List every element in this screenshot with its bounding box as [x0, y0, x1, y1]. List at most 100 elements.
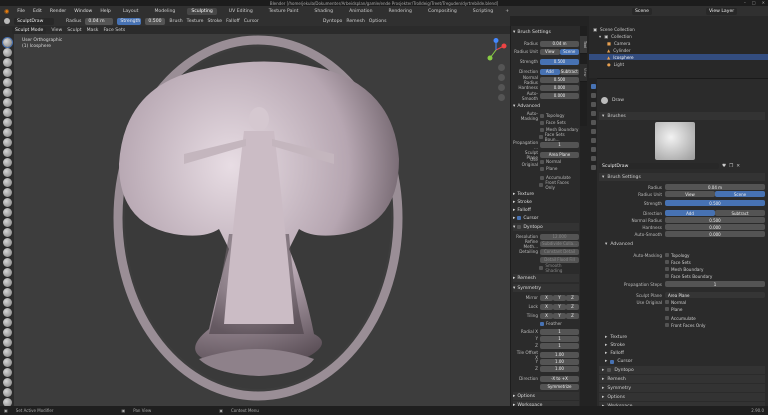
- np-autosmooth-row[interactable]: Auto-Smooth 0.000: [513, 91, 579, 101]
- menu-falloff[interactable]: Falloff: [226, 19, 240, 24]
- menu-options[interactable]: Options: [369, 19, 387, 24]
- np-remesh-header[interactable]: ▸ Remesh: [513, 274, 579, 282]
- np-front-faces-check[interactable]: Front Faces Only: [513, 180, 579, 190]
- props-sculpt-plane-row[interactable]: Sculpt Plane Area Plane: [599, 292, 765, 298]
- np-radial-y-row[interactable]: Y1: [513, 335, 579, 342]
- tab-tool[interactable]: Tool: [580, 36, 587, 54]
- np-mirror-row[interactable]: Mirror X Y Z: [513, 294, 579, 301]
- duplicate-icon[interactable]: ❐: [729, 164, 733, 169]
- outliner-item-cylinder[interactable]: ▲ Cylinder: [589, 47, 768, 53]
- tab-view[interactable]: View: [580, 64, 587, 82]
- properties-tab-icon[interactable]: [590, 165, 596, 170]
- np-radial-x-row[interactable]: Radial X1: [513, 328, 579, 335]
- np-radial-z-row[interactable]: Z1: [513, 342, 579, 349]
- minimize-icon[interactable]: –: [744, 0, 746, 5]
- props-use-original-plane[interactable]: Plane: [599, 306, 765, 312]
- fake-user-icon[interactable]: ♥: [722, 164, 726, 169]
- props-face-sets-boundary-check[interactable]: Face Sets Boundary: [599, 273, 765, 279]
- sculpt-tool-icon[interactable]: [3, 318, 12, 327]
- properties-tab-icon[interactable]: [590, 111, 596, 116]
- strength-label-field[interactable]: Strength: [117, 17, 142, 25]
- blender-logo-icon[interactable]: ◉: [4, 8, 9, 15]
- properties-tab-icon[interactable]: [590, 138, 596, 143]
- properties-tab-icon[interactable]: [590, 84, 596, 89]
- props-face-sets-check[interactable]: Face Sets: [599, 259, 765, 265]
- props-direction-row[interactable]: Direction Add Subtract: [599, 210, 765, 216]
- view-layer-selector[interactable]: View Layer: [706, 7, 738, 15]
- props-radius-row[interactable]: Radius 0.04 m: [599, 184, 765, 190]
- np-feather-check[interactable]: Feather: [513, 320, 579, 327]
- navigation-gizmo[interactable]: [484, 38, 508, 62]
- np-detailing-row[interactable]: Detailing Constant Detail: [513, 248, 579, 255]
- sculpt-tool-icon[interactable]: [3, 168, 12, 177]
- props-texture-header[interactable]: ▸ Texture: [599, 334, 765, 341]
- sculpt-tool-icon[interactable]: [3, 178, 12, 187]
- sculpt-tool-icon[interactable]: [3, 118, 12, 127]
- menu-dyntopo[interactable]: Dyntopo: [323, 19, 343, 24]
- np-brush-settings-header[interactable]: ▾ Brush Settings: [513, 28, 579, 36]
- props-hardness-row[interactable]: Hardness 0.000: [599, 224, 765, 230]
- sculpt-tool-icon[interactable]: [3, 98, 12, 107]
- outliner-item-icosphere[interactable]: ▲ Icosphere: [589, 54, 768, 60]
- menu-mask[interactable]: Mask: [87, 28, 99, 33]
- np-lock-row[interactable]: Lock X Y Z: [513, 303, 579, 310]
- props-automasking-topology[interactable]: Auto-Masking Topology: [599, 252, 765, 258]
- outliner-item-collection[interactable]: ▾ ▣ Collection: [589, 33, 768, 39]
- outliner-scene-collection[interactable]: ▣ Scene Collection: [589, 26, 768, 32]
- menu-brush[interactable]: Brush: [169, 19, 182, 24]
- sculpt-tool-icon[interactable]: [3, 68, 12, 77]
- menu-view[interactable]: View: [51, 28, 62, 33]
- brush-preview-thumbnail[interactable]: [655, 122, 695, 160]
- props-brush-name-row[interactable]: SculptDraw ♥ ❐ ✕: [599, 163, 765, 169]
- np-dyntopo-header[interactable]: ▾ Dyntopo: [513, 223, 579, 231]
- sculpt-tool-icon[interactable]: [3, 228, 12, 237]
- props-radius-unit-row[interactable]: Radius Unit View Scene: [599, 191, 765, 197]
- sculpt-tool-icon[interactable]: [3, 378, 12, 387]
- np-strength-row[interactable]: Strength 0.500: [513, 58, 579, 65]
- mode-selector[interactable]: Sculpt Mode: [12, 26, 47, 34]
- tab-scripting[interactable]: Scripting: [469, 8, 497, 15]
- sculpt-tool-icon[interactable]: [3, 108, 12, 117]
- close-icon[interactable]: ✕: [762, 0, 765, 5]
- np-stroke-header[interactable]: ▸ Stroke: [513, 198, 579, 206]
- sculpt-tool-icon[interactable]: [3, 128, 12, 137]
- np-advanced-header[interactable]: ▾ Advanced: [513, 102, 579, 110]
- menu-stroke[interactable]: Stroke: [208, 19, 223, 24]
- properties-tab-icon[interactable]: [590, 156, 596, 161]
- strength-field[interactable]: 0.500: [145, 17, 166, 25]
- np-symmetry-direction-row[interactable]: Direction -X to +X: [513, 375, 579, 382]
- menu-face-sets[interactable]: Face Sets: [103, 28, 125, 33]
- sculpt-tool-icon[interactable]: [3, 48, 12, 57]
- menu-render[interactable]: Render: [50, 9, 66, 14]
- props-front-faces-check[interactable]: Front Faces Only: [599, 322, 765, 328]
- menu-file[interactable]: File: [17, 9, 25, 14]
- np-cursor-header[interactable]: ▸ Cursor: [513, 214, 579, 222]
- np-tile-offset-z-row[interactable]: Z 1.00: [513, 365, 579, 372]
- brush-icon[interactable]: [4, 18, 10, 24]
- properties-tab-icon[interactable]: [590, 102, 596, 107]
- props-remesh-header[interactable]: ▸ Remesh: [599, 375, 765, 383]
- sculpt-tool-icon[interactable]: [3, 268, 12, 277]
- np-radius-row[interactable]: Radius 0.04 m: [513, 40, 579, 47]
- props-mesh-boundary-check[interactable]: Mesh Boundary: [599, 266, 765, 272]
- sculpt-tool-icon[interactable]: [3, 188, 12, 197]
- tab-rendering[interactable]: Rendering: [385, 8, 416, 15]
- menu-help[interactable]: Help: [100, 9, 110, 14]
- np-radius-unit-row[interactable]: Radius Unit View Scene: [513, 48, 579, 55]
- maximize-icon[interactable]: □: [752, 0, 756, 5]
- np-tile-offset-y-row[interactable]: Y 1.00: [513, 358, 579, 365]
- ortho-toggle-icon[interactable]: [498, 94, 505, 101]
- menu-cursor[interactable]: Cursor: [244, 19, 259, 24]
- props-brushes-header[interactable]: ▾ Brushes: [599, 112, 765, 120]
- np-options-header[interactable]: ▸ Options: [513, 392, 579, 400]
- sculpt-tool-icon[interactable]: [3, 208, 12, 217]
- props-use-original-normal[interactable]: Use Original Normal: [599, 299, 765, 305]
- zoom-icon[interactable]: [498, 64, 505, 71]
- props-symmetry-header[interactable]: ▸ Symmetry: [599, 384, 765, 392]
- props-cursor-header[interactable]: ▸ Cursor: [599, 358, 765, 365]
- outliner-item-light[interactable]: ● Light: [589, 61, 768, 67]
- np-use-original-normal[interactable]: Use Original Normal: [513, 157, 579, 167]
- tab-uv-editing[interactable]: UV Editing: [225, 8, 257, 15]
- sculpt-tool-icon[interactable]: [3, 298, 12, 307]
- sculpt-tool-icon[interactable]: [3, 58, 12, 67]
